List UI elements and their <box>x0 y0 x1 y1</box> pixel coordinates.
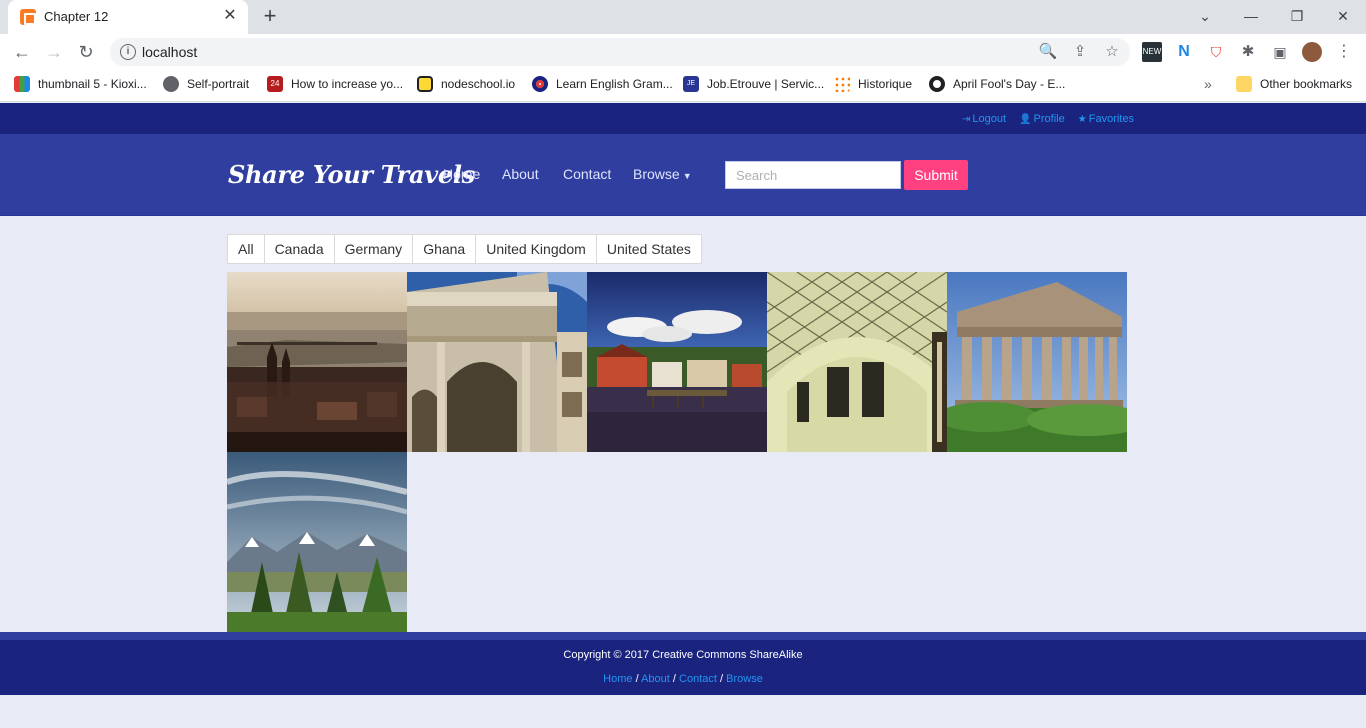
footer-browse-link[interactable]: Browse <box>726 673 763 685</box>
new-tab-button[interactable]: + <box>258 5 282 29</box>
submit-button[interactable]: Submit <box>904 160 968 190</box>
bookmark-item[interactable]: Self-portrait <box>163 76 249 96</box>
tab-title: Chapter 12 <box>44 9 109 24</box>
globe-icon <box>163 76 179 92</box>
photo-greek-temple[interactable] <box>947 272 1127 452</box>
site-brand[interactable]: Share Your Travels <box>228 160 475 189</box>
back-icon[interactable]: ← <box>10 40 34 64</box>
nav-browse-dropdown[interactable]: Browse ▼ <box>633 166 692 182</box>
other-bookmarks[interactable]: Other bookmarks <box>1236 76 1352 96</box>
side-panel-icon[interactable]: ▣ <box>1270 42 1290 62</box>
photo-city-river-bridge[interactable] <box>227 272 407 452</box>
je-logo-icon: JE <box>683 76 699 92</box>
browser-toolbar: ← → ↻ i localhost 🔍 ⇪ ☆ NEW N ⛉ ✱ ▣ ⋮ <box>0 34 1366 70</box>
browser-tab[interactable]: Chapter 12 ✕ <box>8 0 248 34</box>
restore-button[interactable]: ❐ <box>1282 4 1312 28</box>
tab-strip: Chapter 12 ✕ + ⌄ — ❐ ✕ <box>0 0 1366 34</box>
photo-mountain-valley[interactable] <box>227 452 407 632</box>
nodeschool-hex-icon <box>417 76 433 92</box>
extensions-puzzle-icon[interactable]: ✱ <box>1238 42 1258 62</box>
site-info-icon[interactable]: i <box>120 44 136 60</box>
photo-roman-triumphal-arch[interactable] <box>407 272 587 452</box>
caret-down-icon: ▼ <box>682 171 692 181</box>
logout-icon: ⇥ <box>961 114 971 125</box>
footer-about-link[interactable]: About <box>641 673 670 685</box>
bookmark-item[interactable]: nodeschool.io <box>417 76 515 96</box>
copyright-text: Copyright © 2017 Creative Commons ShareA… <box>563 649 803 661</box>
photo-harbor-town[interactable] <box>587 272 767 452</box>
filter-all[interactable]: All <box>227 234 265 264</box>
minimize-button[interactable]: — <box>1236 4 1266 28</box>
nav-about[interactable]: About <box>502 166 539 182</box>
photo-museum-glass-roof[interactable] <box>767 272 947 452</box>
share-icon[interactable]: ⇪ <box>1070 42 1090 62</box>
address-bar[interactable]: i localhost 🔍 ⇪ ☆ <box>110 38 1130 66</box>
bookmark-item[interactable]: Learn English Gram... <box>532 76 673 96</box>
main-navbar: Share Your Travels Home About Contact Br… <box>0 134 1366 216</box>
more-bookmarks-chevron-icon[interactable]: » <box>1204 76 1212 96</box>
bookmark-item[interactable]: thumbnail 5 - Kioxi... <box>14 76 147 96</box>
extension-n-icon[interactable]: N <box>1174 42 1194 62</box>
reload-icon[interactable]: ↻ <box>74 40 98 64</box>
bookmark-favicon-icon <box>14 76 30 92</box>
star-icon: ★ <box>1077 114 1087 125</box>
nav-contact[interactable]: Contact <box>563 166 611 182</box>
extension-shield-icon[interactable]: ⛉ <box>1206 42 1226 62</box>
target-icon <box>532 76 548 92</box>
favorites-link[interactable]: ★ Favorites <box>1078 113 1134 125</box>
footer-contact-link[interactable]: Contact <box>679 673 717 685</box>
bookmark-item[interactable]: 24 How to increase yo... <box>267 76 403 96</box>
dots-icon <box>834 76 850 92</box>
bookmarks-bar: thumbnail 5 - Kioxi... Self-portrait 24 H… <box>0 70 1366 102</box>
bookmark-star-icon[interactable]: ☆ <box>1102 42 1122 62</box>
extension-new-icon[interactable]: NEW <box>1142 42 1162 62</box>
search-input[interactable] <box>725 161 901 189</box>
user-topbar: ⇥ Logout 👤 Profile ★ Favorites <box>0 103 1366 134</box>
site-footer: Copyright © 2017 Creative Commons ShareA… <box>0 640 1366 695</box>
zoom-icon[interactable]: 🔍 <box>1038 42 1058 62</box>
close-window-button[interactable]: ✕ <box>1328 4 1358 28</box>
footer-home-link[interactable]: Home <box>603 673 632 685</box>
country-filter-group: All Canada Germany Ghana United Kingdom … <box>227 234 702 264</box>
user-links: ⇥ Logout 👤 Profile ★ Favorites <box>952 113 1134 125</box>
bookmark-item[interactable]: April Fool's Day - E... <box>929 76 1065 96</box>
profile-link[interactable]: 👤 Profile <box>1019 113 1065 125</box>
user-icon: 👤 <box>1019 114 1032 125</box>
forward-icon[interactable]: → <box>42 40 66 64</box>
filter-ghana[interactable]: Ghana <box>413 234 477 264</box>
close-tab-icon[interactable]: ✕ <box>220 6 240 26</box>
footer-stripe <box>0 632 1366 640</box>
profile-avatar[interactable] <box>1302 42 1322 62</box>
url-text[interactable]: localhost <box>142 44 197 60</box>
filter-canada[interactable]: Canada <box>264 234 335 264</box>
bookmark-item[interactable]: JE Job.Etrouve | Servic... <box>683 76 824 96</box>
circle-logo-icon <box>929 76 945 92</box>
filter-germany[interactable]: Germany <box>334 234 414 264</box>
folder-icon <box>1236 76 1252 92</box>
footer-links: Home / About / Contact / Browse <box>603 673 763 685</box>
filter-united-states[interactable]: United States <box>596 234 702 264</box>
bookmark-favicon-icon: 24 <box>267 76 283 92</box>
nav-home[interactable]: Home <box>443 166 480 182</box>
logout-link[interactable]: ⇥ Logout <box>962 113 1006 125</box>
filter-united-kingdom[interactable]: United Kingdom <box>476 234 597 264</box>
xampp-favicon-icon <box>20 9 36 25</box>
browser-menu-icon[interactable]: ⋮ <box>1334 42 1354 62</box>
bookmark-item[interactable]: Historique <box>834 76 912 96</box>
tab-search-icon[interactable]: ⌄ <box>1190 4 1220 28</box>
